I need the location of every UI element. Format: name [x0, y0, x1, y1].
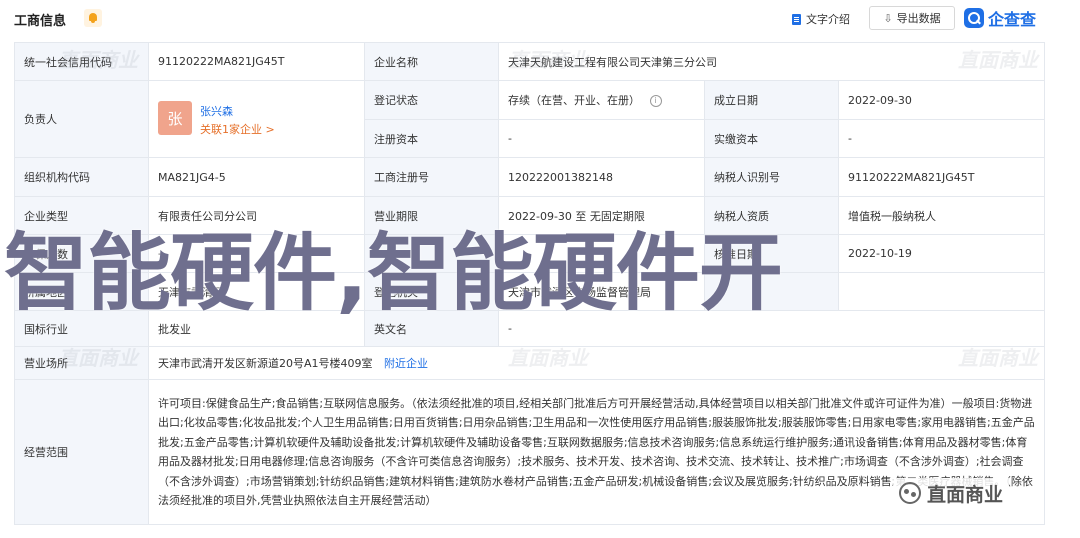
- reg-status-value: 存续（在营、开业、在册）: [508, 94, 640, 107]
- avatar[interactable]: 张: [158, 101, 192, 135]
- table-row: 组织机构代码 MA821JG4-5 工商注册号 120222001382148 …: [14, 157, 1045, 197]
- established-label: 成立日期: [704, 80, 839, 120]
- wechat-account-badge: 直面商业: [893, 478, 1010, 508]
- text-intro-link[interactable]: 文字介绍: [792, 11, 850, 27]
- wechat-account-name: 直面商业: [927, 483, 1004, 506]
- legal-rep-label: 负责人: [14, 80, 149, 158]
- biz-reg-no-label: 工商注册号: [364, 157, 499, 197]
- taxpayer-id-label: 纳税人识别号: [704, 157, 839, 197]
- scope-label: 经营范围: [14, 379, 149, 525]
- related-companies-link[interactable]: 关联1家企业 >: [200, 121, 275, 137]
- reg-status-cell: 存续（在营、开业、在册） i: [498, 80, 705, 120]
- section-title: 工商信息: [14, 14, 67, 29]
- org-code-label: 组织机构代码: [14, 157, 149, 197]
- overlay-caption: 智能硬件,智能硬件开: [4, 224, 783, 322]
- paid-capital-value: -: [838, 119, 1045, 158]
- export-data-button[interactable]: ⇩ 导出数据: [869, 6, 955, 30]
- document-icon: [792, 13, 801, 25]
- table-row: 营业场所 天津市武清开发区新源道20号A1号楼409室 附近企业: [14, 346, 1045, 380]
- logo-magnifier-icon: [964, 8, 984, 28]
- taxpayer-id-value: 91120222MA821JG45T: [838, 157, 1045, 197]
- wechat-icon: [899, 482, 921, 504]
- reg-capital-label: 注册资本: [364, 119, 499, 158]
- table-row: 经营范围 许可项目:保健食品生产;食品销售;互联网信息服务。（依法须经批准的项目…: [14, 379, 1045, 525]
- org-code-value: MA821JG4-5: [148, 157, 365, 197]
- company-name-label: 企业名称: [364, 42, 499, 81]
- logo-text: 企查查: [988, 10, 1037, 29]
- text-intro-label: 文字介绍: [806, 13, 850, 26]
- table-row: 统一社会信用代码 91120222MA821JG45T 企业名称 天津天航建设工…: [14, 42, 1045, 81]
- section-header: 工商信息 文字介绍 ⇩ 导出数据 企查查: [0, 0, 1080, 38]
- legal-rep-cell: 张 张兴森 关联1家企业 >: [148, 80, 365, 158]
- bell-icon[interactable]: [84, 9, 102, 27]
- info-icon[interactable]: i: [649, 95, 662, 107]
- table-row: 负责人 张 张兴森 关联1家企业 > 登记状态 存续（在营、开业、在册） i 成…: [14, 80, 1045, 158]
- address-label: 营业场所: [14, 346, 149, 380]
- credit-code-label: 统一社会信用代码: [14, 42, 149, 81]
- biz-reg-no-value: 120222001382148: [498, 157, 705, 197]
- address-cell: 天津市武清开发区新源道20号A1号楼409室 附近企业: [148, 346, 1045, 380]
- established-value: 2022-09-30: [838, 80, 1045, 120]
- qichacha-logo[interactable]: 企查查: [964, 6, 1036, 30]
- reg-status-label: 登记状态: [364, 80, 499, 120]
- export-label: 导出数据: [896, 12, 941, 25]
- export-icon: ⇩: [883, 11, 893, 25]
- reg-capital-value: -: [498, 119, 705, 158]
- nearby-companies-link[interactable]: 附近企业: [384, 357, 428, 370]
- legal-rep-name-link[interactable]: 张兴森: [200, 103, 233, 119]
- company-name-value: 天津天航建设工程有限公司天津第三分公司: [498, 42, 1045, 81]
- paid-capital-label: 实缴资本: [704, 119, 839, 158]
- address-value: 天津市武清开发区新源道20号A1号楼409室: [158, 357, 373, 370]
- credit-code-value: 91120222MA821JG45T: [148, 42, 365, 81]
